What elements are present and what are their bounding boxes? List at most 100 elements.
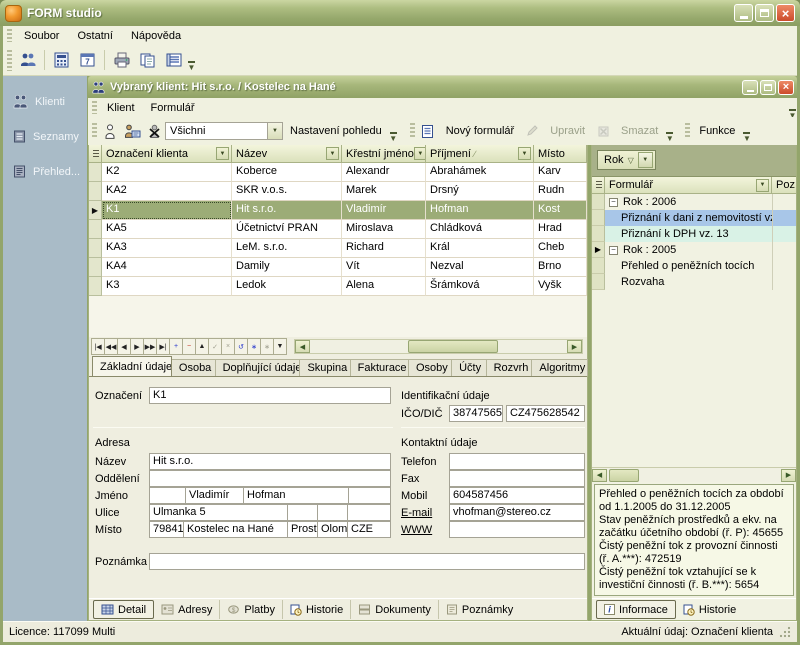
table-row[interactable]: KA2 SKR v.o.s. Marek Drsný Rudn: [89, 182, 587, 201]
filter-dropdown-button[interactable]: ▼: [414, 147, 426, 160]
table-cell[interactable]: Ledok: [232, 277, 342, 296]
tab-ucty[interactable]: Účty: [451, 359, 486, 376]
nav-refresh-button[interactable]: ↺: [234, 338, 248, 355]
table-cell[interactable]: Damily: [232, 258, 342, 277]
ulice-field-3[interactable]: [317, 504, 348, 521]
tab-osoba[interactable]: Osoba: [171, 359, 216, 376]
nav-prior-button[interactable]: ◀: [117, 338, 131, 355]
group-row[interactable]: −Rok : 2006: [592, 194, 796, 210]
resize-grip[interactable]: [779, 626, 791, 638]
scroll-right-button[interactable]: ▶: [567, 340, 582, 353]
table-row[interactable]: KA4 Damily Vít Nezval Brno: [89, 258, 587, 277]
close-button[interactable]: ×: [776, 4, 795, 22]
kraj-field[interactable]: Olom: [317, 521, 348, 538]
client-maximize-button[interactable]: [760, 80, 776, 95]
jmeno-field[interactable]: Vladimír: [185, 487, 244, 504]
scrollbar-thumb[interactable]: [408, 340, 498, 353]
scrollbar-track[interactable]: [607, 469, 781, 482]
tab-historie-right[interactable]: Historie: [676, 600, 743, 619]
table-cell[interactable]: KA2: [102, 182, 232, 201]
column-header-prijmeni[interactable]: Příjmení∕▼: [426, 145, 534, 163]
new-form-button[interactable]: Nový formulář: [439, 122, 521, 140]
group-row[interactable]: ▶ −Rok : 2005: [592, 242, 796, 258]
table-cell[interactable]: SKR v.o.s.: [232, 182, 342, 201]
titul2-field[interactable]: [348, 487, 391, 504]
clients-button[interactable]: [15, 48, 40, 73]
table-cell[interactable]: Abrahámek: [426, 163, 534, 182]
form-label[interactable]: Přiznání k dani z nemovitostí vz: [605, 210, 772, 226]
collapse-icon[interactable]: −: [609, 198, 618, 207]
form-label[interactable]: Rozvaha: [605, 274, 772, 290]
collapse-icon[interactable]: −: [609, 246, 618, 255]
nav-bookmark-button[interactable]: ∗: [247, 338, 261, 355]
column-header-nazev[interactable]: Název▼: [232, 145, 342, 163]
table-cell[interactable]: Hit s.r.o.: [232, 201, 342, 220]
dic-field[interactable]: CZ475628542: [506, 405, 585, 422]
scrollbar-thumb[interactable]: [609, 469, 639, 482]
tab-poznamky[interactable]: Poznámky: [439, 600, 520, 619]
view-settings-button[interactable]: Nastavení pohledu: [283, 122, 389, 140]
grid-horizontal-scrollbar[interactable]: ◀ ▶: [294, 339, 583, 354]
table-cell[interactable]: Richard: [342, 239, 426, 258]
table-cell[interactable]: Rudn: [534, 182, 587, 201]
table-cell[interactable]: K1: [102, 201, 232, 220]
table-cell[interactable]: KA4: [102, 258, 232, 277]
menubar-overflow-button[interactable]: ▼: [788, 97, 797, 119]
psc-field[interactable]: 79841: [149, 521, 184, 538]
form-row-selected[interactable]: Přiznání k dani z nemovitostí vz: [592, 210, 796, 226]
scroll-left-button[interactable]: ◀: [592, 469, 607, 482]
table-cell[interactable]: Miroslava: [342, 220, 426, 239]
oznaceni-field[interactable]: K1: [149, 387, 391, 404]
table-cell[interactable]: Karv: [534, 163, 587, 182]
nav-goto-bookmark-button[interactable]: ∗: [260, 338, 274, 355]
planner-button[interactable]: 7: [75, 48, 100, 73]
nav-first-button[interactable]: |◀: [91, 338, 105, 355]
new-form-icon-button[interactable]: [417, 120, 439, 142]
functions-button[interactable]: Funkce: [692, 122, 742, 140]
delete-form-button[interactable]: Smazat: [614, 122, 665, 140]
edit-client-button[interactable]: [121, 120, 143, 142]
toolbar-grip[interactable]: [7, 29, 12, 42]
sidebar-item-prehled[interactable]: Přehled...: [3, 158, 87, 185]
tab-zakladni-udaje[interactable]: Základní údaje: [92, 356, 172, 376]
toolbar-grip[interactable]: [7, 50, 12, 71]
ulice-field-2[interactable]: [287, 504, 318, 521]
table-cell[interactable]: K2: [102, 163, 232, 182]
filter-dropdown-button[interactable]: ▼: [518, 147, 531, 160]
grid-properties-button[interactable]: [592, 177, 605, 194]
prijmeni-field[interactable]: Hofman: [243, 487, 349, 504]
nav-prior-page-button[interactable]: ◀◀: [104, 338, 118, 355]
table-cell[interactable]: LeM. s.r.o.: [232, 239, 342, 258]
www-field[interactable]: [449, 521, 585, 538]
table-row[interactable]: K2 Koberce Alexandr Abrahámek Karv: [89, 163, 587, 182]
tab-adresy[interactable]: Adresy: [154, 600, 220, 619]
tab-skupina[interactable]: Skupina: [299, 359, 350, 376]
nav-next-button[interactable]: ▶: [130, 338, 144, 355]
table-cell[interactable]: Vít: [342, 258, 426, 277]
email-field[interactable]: vhofman@stereo.cz: [449, 504, 585, 521]
report-button[interactable]: [161, 48, 186, 73]
nazev-field[interactable]: Hit s.r.o.: [149, 453, 391, 470]
scrollbar-track[interactable]: [310, 340, 567, 353]
table-cell[interactable]: Nezval: [426, 258, 534, 277]
delete-client-button[interactable]: [143, 120, 165, 142]
nav-filter-button[interactable]: ▼: [273, 338, 287, 355]
scroll-left-button[interactable]: ◀: [295, 340, 310, 353]
combo-dropdown-button[interactable]: ▼: [267, 123, 282, 139]
oddeleni-field[interactable]: [149, 470, 391, 487]
tab-detail[interactable]: Detail: [93, 600, 154, 619]
client-close-button[interactable]: ×: [778, 80, 794, 95]
ico-field[interactable]: 38747565: [449, 405, 503, 422]
nav-last-button[interactable]: ▶|: [156, 338, 170, 355]
copy-button[interactable]: [135, 48, 160, 73]
tab-platby[interactable]: $ Platby: [220, 600, 283, 619]
group-by-bar[interactable]: Rok ▽ ▼: [592, 145, 796, 177]
fax-field[interactable]: [449, 470, 585, 487]
menu-formular[interactable]: Formulář: [143, 100, 203, 116]
new-client-button[interactable]: [99, 120, 121, 142]
toolbar-overflow-button[interactable]: ▼: [742, 120, 751, 142]
table-cell[interactable]: Koberce: [232, 163, 342, 182]
column-header-oznaceni[interactable]: Označení klienta▼: [102, 145, 232, 163]
nav-post-button[interactable]: ✓: [208, 338, 222, 355]
table-cell[interactable]: Alena: [342, 277, 426, 296]
